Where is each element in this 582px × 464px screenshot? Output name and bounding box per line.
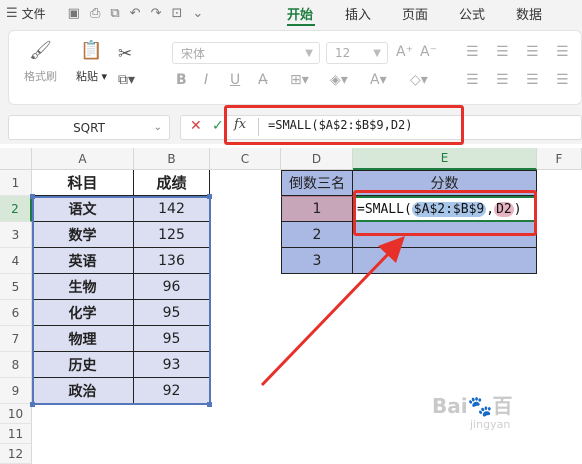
formula-highlight-box <box>224 105 464 145</box>
column-header-b[interactable]: B <box>134 148 210 170</box>
baidu-watermark-sub: jingyan <box>470 418 511 431</box>
format-painter-button[interactable]: 🖌 格式刷 <box>24 40 57 84</box>
rank-value: 3 <box>312 252 322 269</box>
selection-handle[interactable] <box>207 194 212 199</box>
select-all-corner[interactable] <box>0 148 32 170</box>
row-header-6[interactable]: 6 <box>0 300 32 326</box>
align-middle-icon[interactable]: ☰ <box>496 44 509 60</box>
cell-d2[interactable]: 1 <box>281 196 353 222</box>
align-left-icon[interactable]: ☰ <box>466 72 479 88</box>
align-top-icon[interactable]: ☰ <box>466 44 479 60</box>
justify-icon[interactable]: ☰ <box>556 72 569 88</box>
subject-header: 科目 <box>67 174 98 192</box>
format-painter-icon: 🖌 <box>29 40 52 61</box>
row-header-7[interactable]: 7 <box>0 326 32 352</box>
tab-insert[interactable]: 插入 <box>345 4 371 23</box>
row-header-10[interactable]: 10 <box>0 404 32 424</box>
baidu-watermark-logo: Bai🐾百 <box>432 394 513 418</box>
confirm-icon[interactable]: ✓ <box>212 118 224 134</box>
cell-highlight-box <box>353 190 537 236</box>
increase-font-icon[interactable]: A⁺ <box>396 44 413 60</box>
cell-e4[interactable] <box>353 248 537 274</box>
redo-icon[interactable]: ↷ <box>151 6 162 21</box>
row-header-12[interactable]: 12 <box>0 444 32 464</box>
undo-icon[interactable]: ↶ <box>130 6 141 21</box>
column-header-e[interactable]: E <box>353 148 537 170</box>
cell-d1[interactable]: 倒数三名 <box>281 170 353 196</box>
rank-value: 2 <box>312 226 322 243</box>
font-size-select[interactable]: 12 ▼ <box>326 42 388 64</box>
paste-icon: 📋 <box>80 40 103 61</box>
rank-header: 倒数三名 <box>289 176 345 192</box>
underline-icon[interactable]: U <box>230 72 240 88</box>
column-header-c[interactable]: C <box>210 148 281 170</box>
font-name-value: 宋体 <box>181 46 206 61</box>
cell-d3[interactable]: 2 <box>281 222 353 248</box>
format-painter-label: 格式刷 <box>24 70 57 83</box>
row-header-4[interactable]: 4 <box>0 248 32 274</box>
customize-icon[interactable]: ⊡ <box>171 6 182 21</box>
italic-icon[interactable]: I <box>204 72 208 88</box>
name-box[interactable]: SQRT ⌄ <box>8 115 170 140</box>
font-name-select[interactable]: 宋体 ▼ <box>172 42 320 64</box>
font-color-icon[interactable]: A▾ <box>370 72 387 88</box>
print-preview-icon[interactable]: ⧉ <box>110 6 119 21</box>
font-size-value: 12 <box>335 46 351 60</box>
print-icon[interactable]: ⎙ <box>90 6 100 21</box>
score-header: 成绩 <box>156 174 187 192</box>
column-header-d[interactable]: D <box>281 148 353 170</box>
cancel-icon[interactable]: ✕ <box>190 118 202 134</box>
row-header-9[interactable]: 9 <box>0 378 32 404</box>
selection-handle[interactable] <box>30 194 35 199</box>
clear-format-icon[interactable]: ◇▾ <box>410 72 428 88</box>
cell-a1[interactable]: 科目 <box>32 170 134 196</box>
row-header-1[interactable]: 1 <box>0 170 32 196</box>
row-header-8[interactable]: 8 <box>0 352 32 378</box>
row-header-3[interactable]: 3 <box>0 222 32 248</box>
chevron-down-icon: ▼ <box>373 47 381 59</box>
align-center-icon[interactable]: ☰ <box>496 72 509 88</box>
cut-icon[interactable]: ✂ <box>118 44 132 64</box>
row-header-11[interactable]: 11 <box>0 424 32 444</box>
tab-data[interactable]: 数据 <box>516 4 542 23</box>
menu-icon[interactable]: ☰ <box>6 6 18 21</box>
row-header-2[interactable]: 2 <box>0 196 32 222</box>
fill-color-icon[interactable]: ◈▾ <box>330 72 348 88</box>
selection-handle[interactable] <box>207 402 212 407</box>
paste-label: 粘贴 ▾ <box>76 70 108 83</box>
more-chevron-icon[interactable]: ⌄ <box>192 6 203 21</box>
row-header-5[interactable]: 5 <box>0 274 32 300</box>
chevron-down-icon: ⌄ <box>153 122 162 133</box>
cell-b1[interactable]: 成绩 <box>134 170 210 196</box>
save-icon[interactable]: ▣ <box>68 6 80 21</box>
name-box-value: SQRT <box>73 120 105 135</box>
selection-handle[interactable] <box>30 402 35 407</box>
tab-home[interactable]: 开始 <box>287 4 313 23</box>
strikethrough-icon[interactable]: A̶ <box>258 72 268 88</box>
copy-icon[interactable]: ⧉▾ <box>118 72 135 88</box>
tab-page[interactable]: 页面 <box>402 4 428 23</box>
orientation-icon[interactable]: ☰ <box>556 44 569 60</box>
range-selection-a2-b9 <box>32 196 211 405</box>
chevron-down-icon: ▼ <box>305 47 313 59</box>
align-bottom-icon[interactable]: ☰ <box>526 44 539 60</box>
decrease-font-icon[interactable]: A⁻ <box>420 44 437 60</box>
bold-icon[interactable]: B <box>176 72 187 88</box>
border-icon[interactable]: ⊞▾ <box>290 72 309 88</box>
tab-formula[interactable]: 公式 <box>459 4 485 23</box>
column-header-f[interactable]: F <box>537 148 582 170</box>
paste-button[interactable]: 📋 粘贴 ▾ <box>76 40 107 84</box>
file-menu[interactable]: 文件 <box>22 5 46 22</box>
align-right-icon[interactable]: ☰ <box>526 72 539 88</box>
column-header-a[interactable]: A <box>32 148 134 170</box>
rank-value: 1 <box>312 201 322 217</box>
cell-d4[interactable]: 3 <box>281 248 353 274</box>
